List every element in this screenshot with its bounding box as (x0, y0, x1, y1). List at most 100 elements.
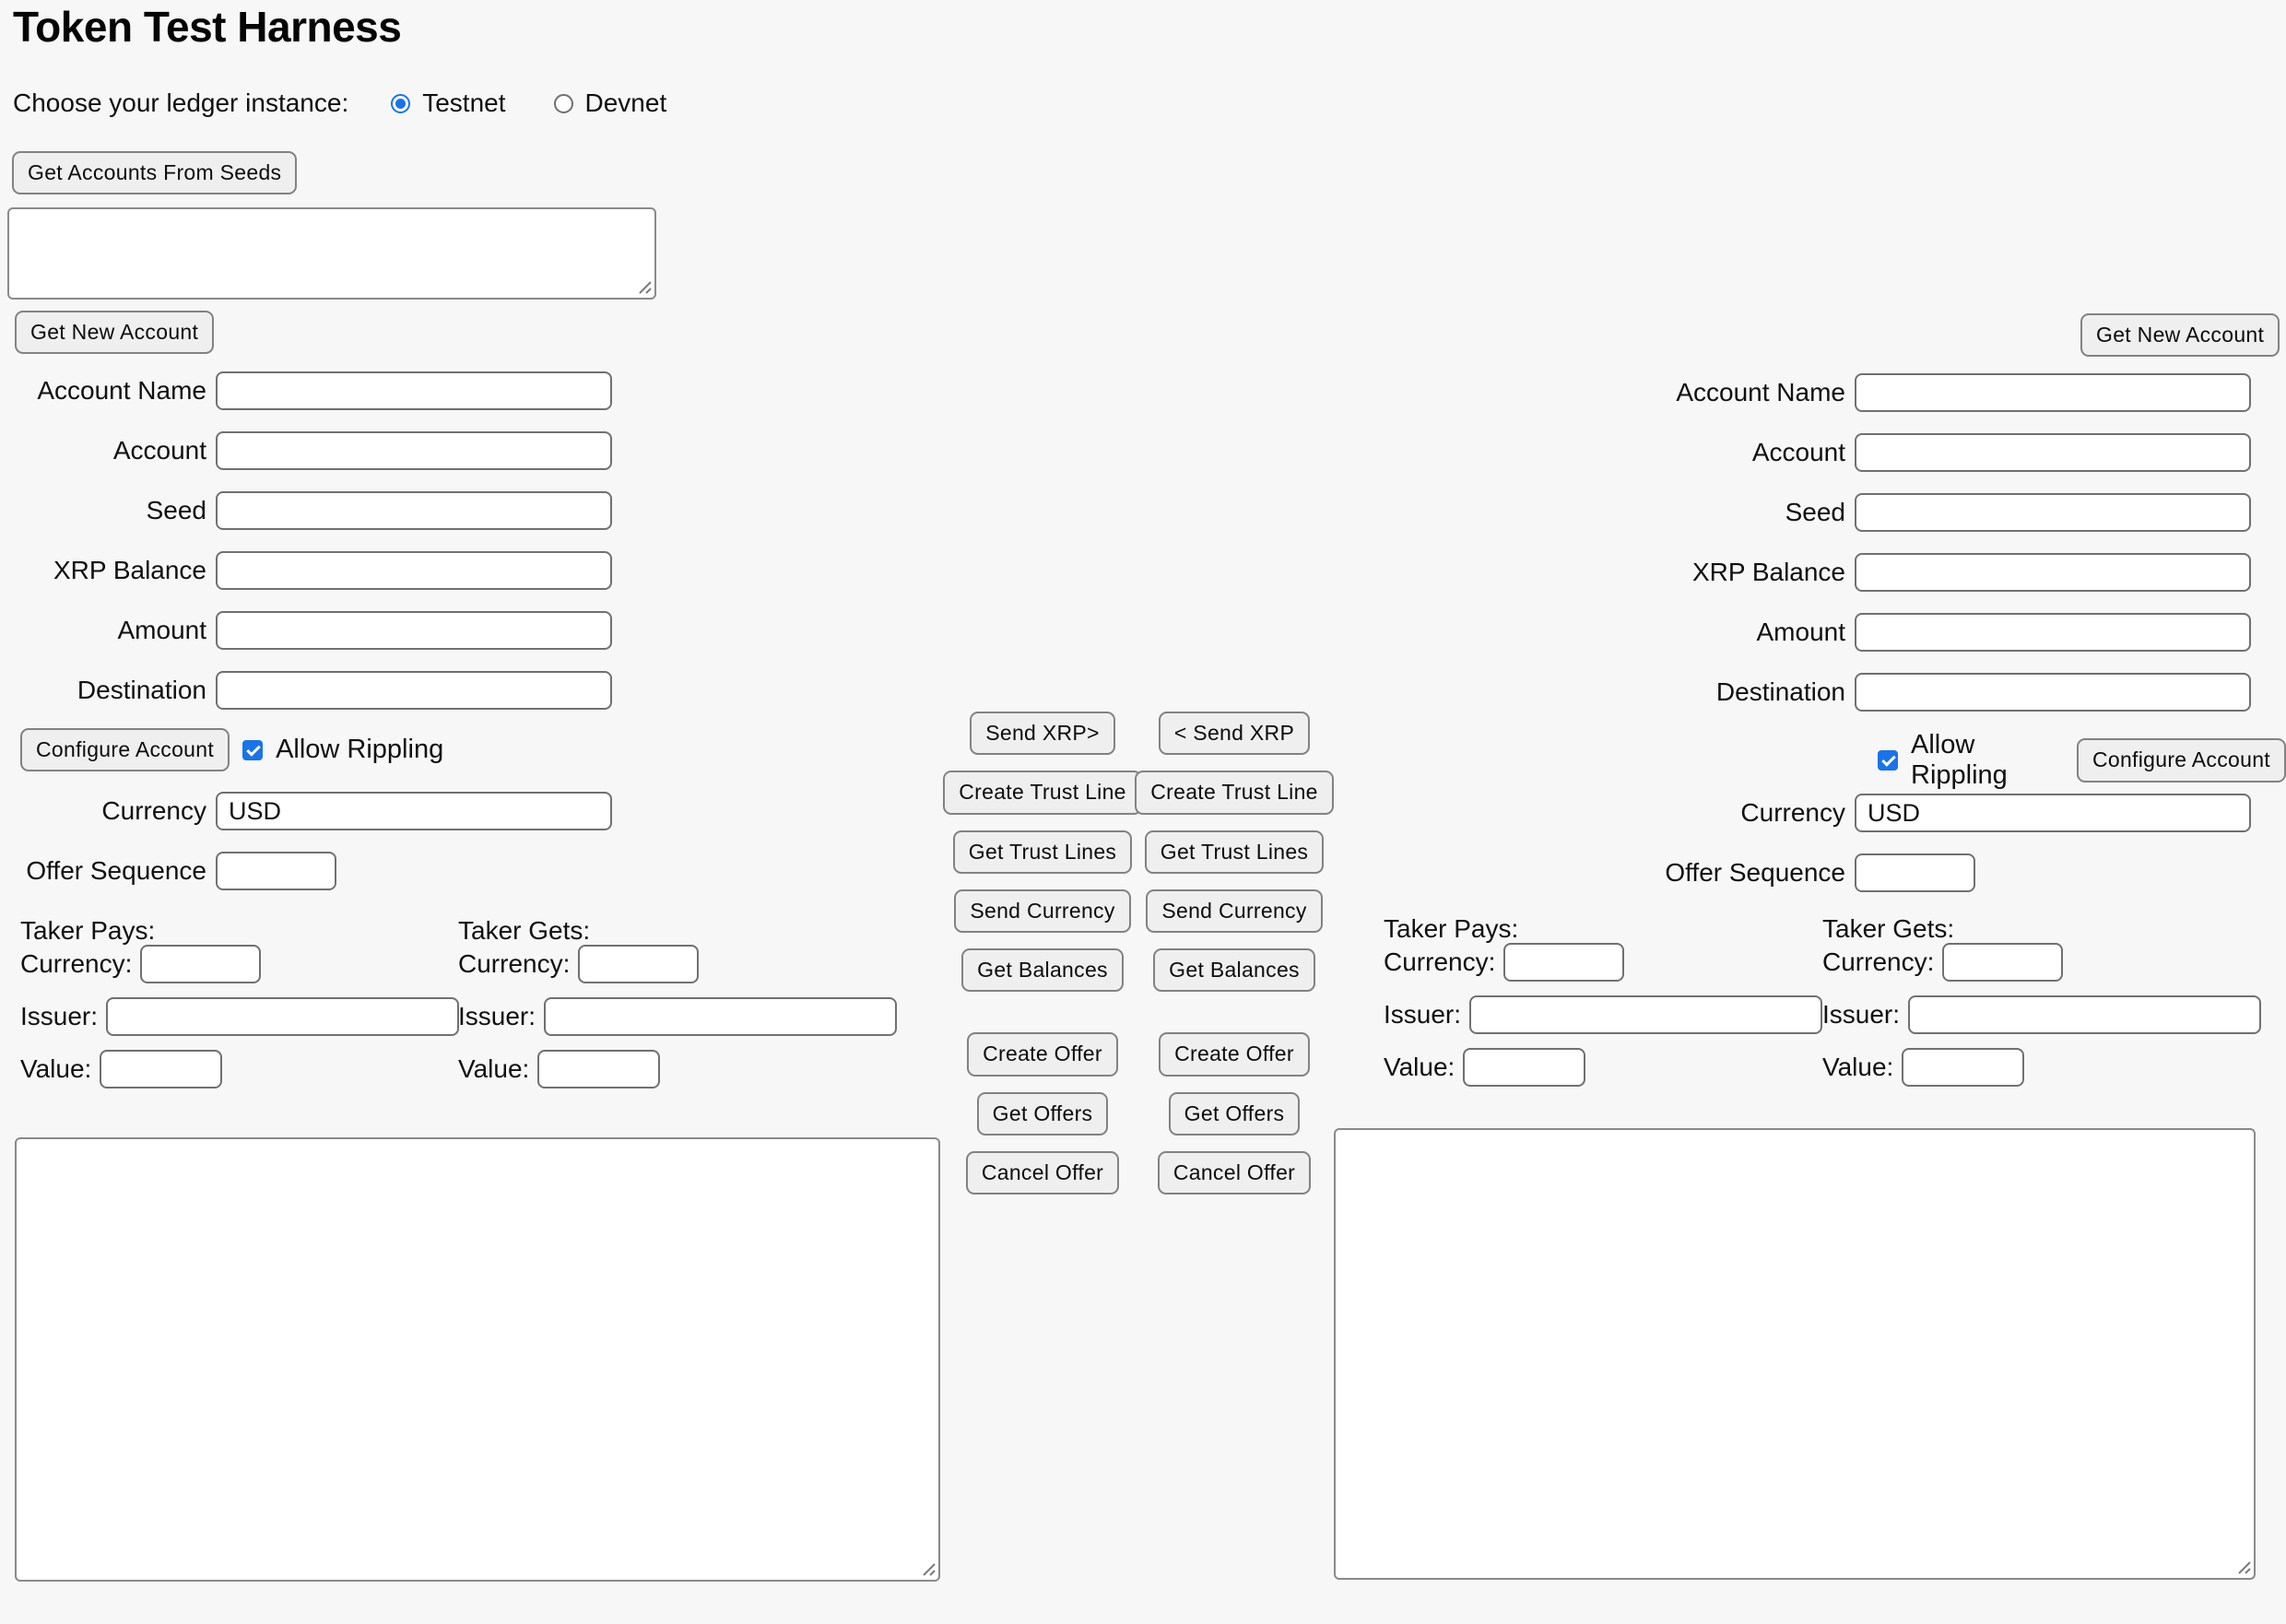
send-currency-1-button[interactable]: Send Currency (954, 889, 1130, 933)
testnet-radio-label: Testnet (422, 88, 505, 118)
get-balances-1-button[interactable]: Get Balances (961, 948, 1124, 992)
account1-taker-gets-issuer-input[interactable] (544, 997, 897, 1036)
seeds-textarea-wrap (7, 207, 656, 300)
account1-amount-input[interactable] (216, 611, 612, 650)
account2-taker-pays-currency-input[interactable] (1503, 943, 1624, 982)
taker-currency-label: Currency: (1822, 947, 1934, 977)
account2-amount-row: Amount (1569, 613, 2251, 652)
account2-seed-input[interactable] (1855, 493, 2251, 532)
account2-results-textarea[interactable] (1334, 1128, 2256, 1580)
taker-currency-row: Currency: (20, 945, 459, 983)
account1-taker-pays-issuer-input[interactable] (106, 997, 459, 1036)
account1-destination-input[interactable] (216, 671, 612, 710)
create-trust-line-2-button[interactable]: Create Trust Line (1135, 771, 1334, 814)
radio-option-testnet[interactable]: Testnet (391, 88, 505, 118)
ledger-instance-label: Choose your ledger instance: (13, 88, 348, 118)
account1-account-row: Account (0, 431, 612, 470)
account2-taker-pays-value-input[interactable] (1463, 1048, 1585, 1087)
account2-taker-gets-value-input[interactable] (1902, 1048, 2024, 1087)
get-offers-1-button[interactable]: Get Offers (977, 1092, 1109, 1136)
account2-taker-pays-issuer-input[interactable] (1469, 995, 1822, 1034)
account2-allow-rippling-label: Allow Rippling (1911, 730, 2064, 791)
cancel-offer-1-button[interactable]: Cancel Offer (966, 1151, 1119, 1194)
account2-xrp-balance-row: XRP Balance (1569, 553, 2251, 592)
account1-allow-rippling-checkbox[interactable] (242, 740, 263, 760)
devnet-radio-icon[interactable] (554, 94, 573, 113)
account2-destination-row: Destination (1569, 673, 2251, 712)
account1-account-input[interactable] (216, 431, 612, 470)
get-trust-lines-2-button[interactable]: Get Trust Lines (1145, 830, 1324, 874)
account2-taker-gets-currency-input[interactable] (1942, 943, 2063, 982)
account1-account-name-row: Account Name (0, 371, 612, 410)
account1-offer-sequence-input[interactable] (216, 852, 336, 890)
seeds-textarea[interactable] (7, 207, 656, 300)
account1-configure-account-button[interactable]: Configure Account (20, 728, 230, 771)
account1-results-wrap (15, 1137, 940, 1582)
account2-currency-label: Currency (1569, 798, 1845, 828)
account1-xrp-balance-label: XRP Balance (0, 556, 206, 585)
account1-results-textarea[interactable] (15, 1137, 940, 1582)
account2-get-new-account-button[interactable]: Get New Account (2080, 313, 2280, 357)
account2-seed-label: Seed (1569, 498, 1845, 527)
account2-amount-input[interactable] (1855, 613, 2251, 652)
account2-seed-row: Seed (1569, 493, 2251, 532)
taker-currency-row: Currency: (1384, 943, 1822, 982)
ledger-instance-chooser: Choose your ledger instance: Testnet Dev… (13, 88, 714, 118)
account1-account-name-input[interactable] (216, 371, 612, 410)
taker-value-label: Value: (20, 1054, 91, 1084)
account1-currency-input[interactable] (216, 792, 612, 830)
create-offer-1-button[interactable]: Create Offer (967, 1032, 1118, 1076)
account2-account-name-row: Account Name (1569, 373, 2251, 412)
taker-value-label: Value: (458, 1054, 529, 1084)
taker-issuer-row: Issuer: (1384, 995, 1822, 1034)
send-xrp-left-button[interactable]: < Send XRP (1159, 712, 1310, 755)
create-offer-2-button[interactable]: Create Offer (1159, 1032, 1310, 1076)
cancel-offer-2-button[interactable]: Cancel Offer (1158, 1151, 1311, 1194)
account1-xrp-balance-input[interactable] (216, 551, 612, 590)
actions-column-account1: Send XRP> Create Trust Line Get Trust Li… (948, 712, 1137, 1210)
account2-destination-input[interactable] (1855, 673, 2251, 712)
create-trust-line-1-button[interactable]: Create Trust Line (943, 771, 1142, 814)
taker-currency-row: Currency: (458, 945, 897, 983)
account1-taker-gets-value-input[interactable] (537, 1050, 660, 1089)
account1-amount-label: Amount (0, 616, 206, 645)
devnet-radio-label: Devnet (585, 88, 667, 118)
account2-xrp-balance-input[interactable] (1855, 553, 2251, 592)
account2-currency-input[interactable] (1855, 794, 2251, 832)
get-accounts-from-seeds-button[interactable]: Get Accounts From Seeds (12, 151, 297, 194)
account2-taker-gets-heading: Taker Gets: (1822, 915, 2261, 943)
account1-seed-input[interactable] (216, 491, 612, 530)
send-currency-2-button[interactable]: Send Currency (1146, 889, 1322, 933)
account1-taker-gets-currency-input[interactable] (578, 945, 699, 983)
account1-taker-pays-value-input[interactable] (100, 1050, 222, 1089)
account1-allow-rippling-label: Allow Rippling (276, 735, 443, 765)
taker-issuer-label: Issuer: (20, 1002, 98, 1031)
testnet-radio-icon[interactable] (391, 94, 410, 113)
account1-offer-sequence-row: Offer Sequence (0, 852, 612, 890)
account2-account-input[interactable] (1855, 433, 2251, 472)
account2-offer-sequence-label: Offer Sequence (1569, 858, 1845, 888)
account2-allow-rippling-checkbox[interactable] (1878, 750, 1898, 771)
get-balances-2-button[interactable]: Get Balances (1153, 948, 1315, 992)
taker-issuer-row: Issuer: (1822, 995, 2261, 1034)
account2-configure-account-button[interactable]: Configure Account (2077, 738, 2286, 782)
get-trust-lines-1-button[interactable]: Get Trust Lines (953, 830, 1132, 874)
taker-currency-label: Currency: (1384, 947, 1495, 977)
account2-offer-sequence-input[interactable] (1855, 853, 1975, 892)
account1-taker-pays-currency-input[interactable] (140, 945, 261, 983)
account2-account-name-input[interactable] (1855, 373, 2251, 412)
taker-value-label: Value: (1384, 1053, 1455, 1082)
account1-get-new-account-button[interactable]: Get New Account (15, 311, 214, 354)
account2-taker-pays-section: Taker Pays: Currency: Issuer: Value: (1384, 915, 1822, 1087)
token-test-harness-page: { "page": { "title": "Token Test Harness… (0, 0, 2286, 1624)
get-offers-2-button[interactable]: Get Offers (1169, 1092, 1301, 1136)
taker-value-label: Value: (1822, 1053, 1893, 1082)
account1-configure-row: Configure Account Allow Rippling (20, 728, 443, 771)
taker-issuer-label: Issuer: (1822, 1000, 1900, 1030)
account1-xrp-balance-row: XRP Balance (0, 551, 612, 590)
account1-taker-gets-heading: Taker Gets: (458, 917, 897, 945)
account2-configure-row: Allow Rippling Configure Account (1878, 730, 2286, 791)
radio-option-devnet[interactable]: Devnet (554, 88, 667, 118)
account2-taker-gets-issuer-input[interactable] (1908, 995, 2261, 1034)
send-xrp-right-button[interactable]: Send XRP> (970, 712, 1115, 755)
